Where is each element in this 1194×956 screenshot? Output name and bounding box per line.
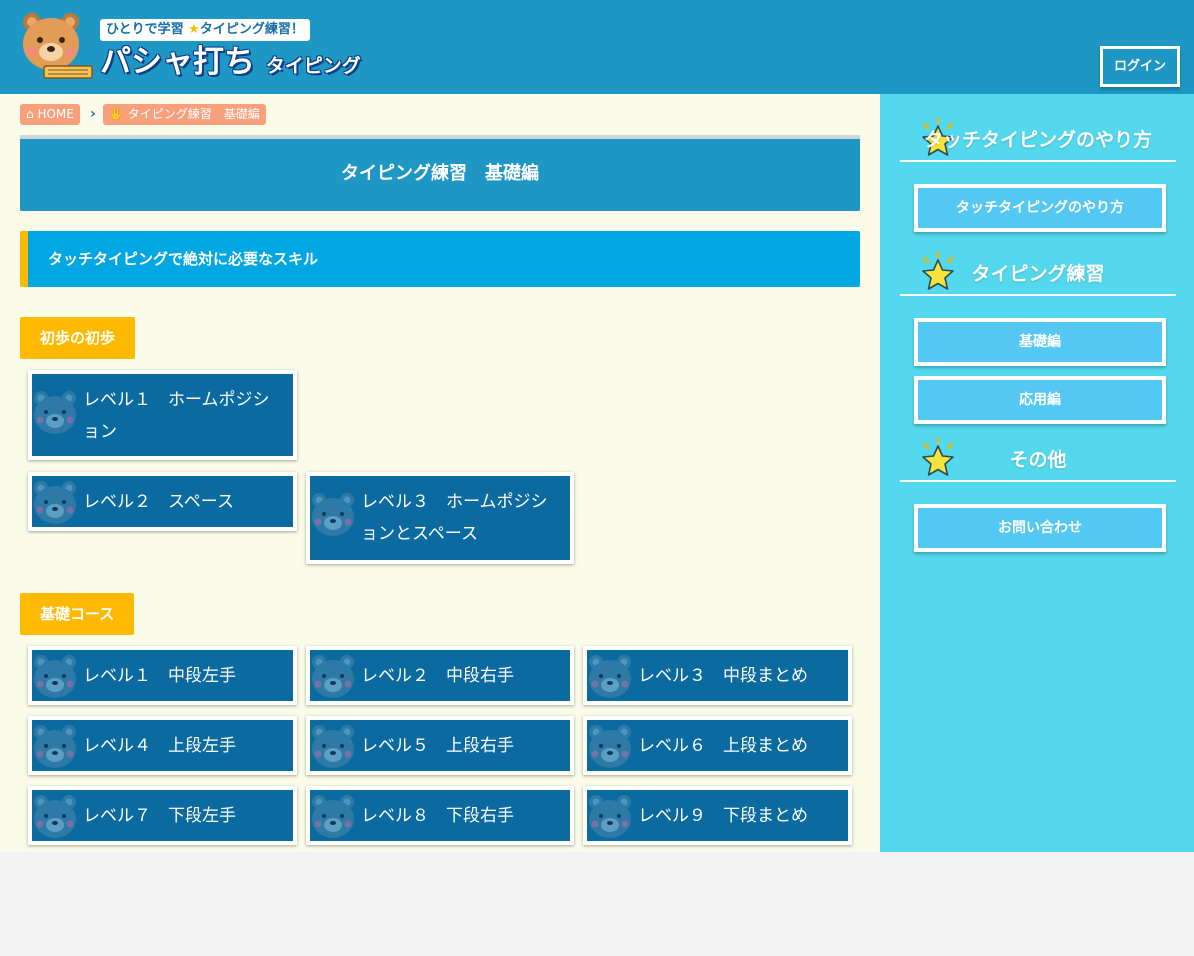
logo-tagline: ひとりで学習 ★タイピング練習！ bbox=[100, 19, 310, 41]
bear-mascot-icon[interactable] bbox=[18, 10, 96, 82]
bear-face-icon bbox=[587, 722, 633, 770]
bear-face-icon bbox=[587, 792, 633, 840]
sidebar-heading-other: その他 bbox=[900, 438, 1176, 482]
bear-face-icon bbox=[587, 652, 633, 700]
bear-face-icon bbox=[310, 490, 356, 538]
group-label-basics-intro: 初歩の初歩 bbox=[20, 317, 136, 359]
bear-face-icon bbox=[32, 478, 78, 526]
level-card-basic-1[interactable]: レベル１ 中段左手 bbox=[28, 646, 297, 705]
level-card-basic-7[interactable]: レベル７ 下段左手 bbox=[28, 786, 297, 845]
level-card-basic-8[interactable]: レベル８ 下段右手 bbox=[306, 786, 574, 845]
sidebar-heading-text: タッチタイピングのやり方 bbox=[923, 129, 1152, 151]
breadcrumb-current[interactable]: ✋ タイピング練習 基礎編 bbox=[103, 104, 266, 125]
level-card-intro-2[interactable]: レベル２ スペース bbox=[28, 472, 297, 531]
login-button[interactable]: ログイン bbox=[1100, 46, 1180, 87]
level-label: レベル１ ホームポジション bbox=[83, 390, 270, 442]
section-heading: タッチタイピングで絶対に必要なスキル bbox=[48, 250, 319, 268]
level-label: レベル５ 上段右手 bbox=[361, 736, 514, 756]
sidebar-heading-text: その他 bbox=[1009, 449, 1067, 471]
hand-icon: ✋ bbox=[109, 107, 124, 121]
page-title-box: タイピング練習 基礎編 bbox=[20, 135, 860, 211]
level-card-basic-5[interactable]: レベル５ 上段右手 bbox=[306, 716, 574, 775]
page-title: タイピング練習 基礎編 bbox=[341, 163, 539, 184]
site-header: ひとりで学習 ★タイピング練習！ パシャ打ち タイピング ログイン bbox=[0, 0, 1194, 94]
bear-face-icon bbox=[32, 652, 78, 700]
bear-face-icon bbox=[310, 652, 356, 700]
level-label: レベル３ ホームポジションとスペース bbox=[361, 492, 548, 544]
section-heading-box: タッチタイピングで絶対に必要なスキル bbox=[20, 231, 860, 287]
main-content: ⌂ HOME › ✋ タイピング練習 基礎編 タイピング練習 基礎編 タッチタイ… bbox=[0, 94, 880, 852]
group-label-basic-course: 基礎コース bbox=[20, 593, 135, 635]
level-label: レベル３ 中段まとめ bbox=[638, 666, 808, 686]
level-card-intro-1[interactable]: レベル１ ホームポジション bbox=[28, 370, 297, 460]
level-card-basic-9[interactable]: レベル９ 下段まとめ bbox=[583, 786, 852, 845]
bear-face-icon bbox=[32, 792, 78, 840]
sidebar-button-contact[interactable]: お問い合わせ bbox=[914, 504, 1166, 552]
level-label: レベル２ スペース bbox=[83, 492, 234, 512]
level-card-intro-3[interactable]: レベル３ ホームポジションとスペース bbox=[306, 472, 574, 564]
site-logo-title[interactable]: パシャ打ち タイピング bbox=[100, 44, 361, 84]
level-card-basic-4[interactable]: レベル４ 上段左手 bbox=[28, 716, 297, 775]
level-card-basic-3[interactable]: レベル３ 中段まとめ bbox=[583, 646, 852, 705]
star-icon: ★ bbox=[188, 22, 200, 37]
sidebar-heading-text: タイピング練習 bbox=[971, 263, 1105, 285]
level-card-basic-2[interactable]: レベル２ 中段右手 bbox=[306, 646, 574, 705]
bear-face-icon bbox=[32, 388, 78, 436]
chevron-right-icon: › bbox=[90, 106, 96, 122]
level-card-basic-6[interactable]: レベル６ 上段まとめ bbox=[583, 716, 852, 775]
bear-face-icon bbox=[32, 722, 78, 770]
bear-face-icon bbox=[310, 792, 356, 840]
breadcrumb-home[interactable]: ⌂ HOME bbox=[20, 104, 80, 125]
level-label: レベル１ 中段左手 bbox=[83, 666, 236, 686]
bear-face-icon bbox=[310, 722, 356, 770]
level-label: レベル７ 下段左手 bbox=[83, 806, 236, 826]
level-label: レベル９ 下段まとめ bbox=[638, 806, 808, 826]
home-icon: ⌂ bbox=[26, 107, 34, 121]
level-label: レベル４ 上段左手 bbox=[83, 736, 236, 756]
level-label: レベル８ 下段右手 bbox=[361, 806, 514, 826]
sidebar-button-howto[interactable]: タッチタイピングのやり方 bbox=[914, 184, 1166, 232]
sidebar-button-basic[interactable]: 基礎編 bbox=[914, 318, 1166, 366]
sidebar-button-advanced[interactable]: 応用編 bbox=[914, 376, 1166, 424]
sidebar-heading-practice: タイピング練習 bbox=[900, 252, 1176, 296]
sidebar-heading-howto: タッチタイピングのやり方 bbox=[900, 118, 1176, 162]
level-label: レベル６ 上段まとめ bbox=[638, 736, 808, 756]
level-label: レベル２ 中段右手 bbox=[361, 666, 514, 686]
